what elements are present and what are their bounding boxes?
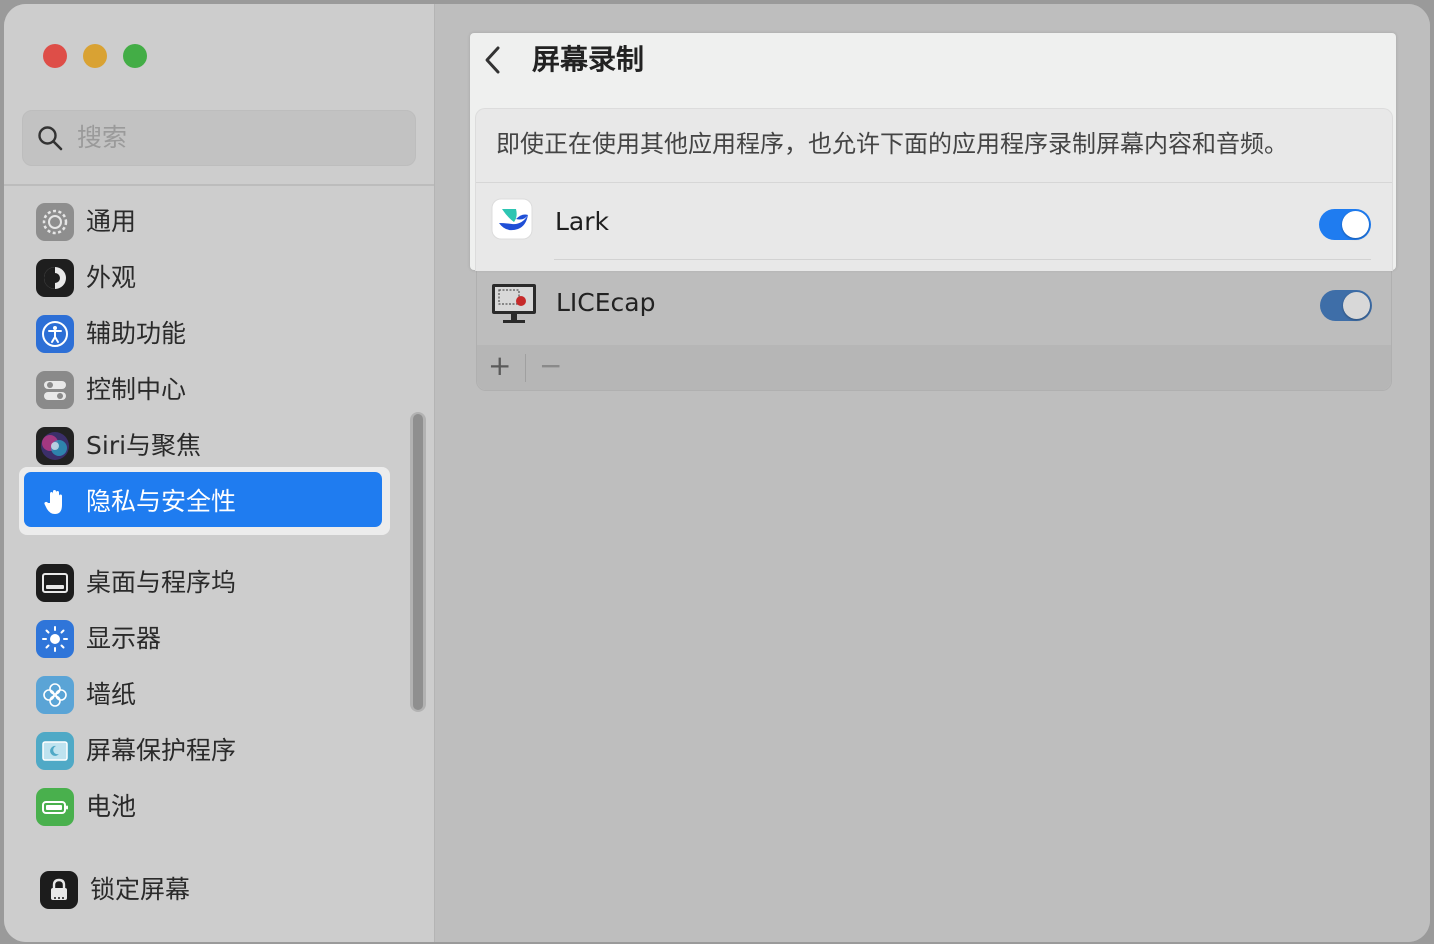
settings-window: 搜索 通用 外观 辅助功能 控制中心 Siri与聚焦 隐私与安全性 桌面与程序坞…: [4, 4, 1430, 942]
close-button[interactable]: [43, 44, 67, 68]
spotlight-panel: 屏幕录制 即使正在使用其他应用程序，也允许下面的应用程序录制屏幕内容和音频。 L…: [470, 33, 1396, 271]
lock-icon: [40, 871, 78, 909]
app-row-licecap: LICEcap: [477, 264, 1391, 344]
sidebar-item-label: 通用: [86, 207, 137, 236]
sidebar-item-label: 桌面与程序坞: [86, 568, 237, 597]
list-footer: + −: [477, 345, 1391, 390]
lark-icon: [491, 198, 533, 240]
sidebar: 搜索 通用 外观 辅助功能 控制中心 Siri与聚焦 隐私与安全性 桌面与程序坞…: [4, 4, 435, 942]
app-list-card-highlighted: 即使正在使用其他应用程序，也允许下面的应用程序录制屏幕内容和音频。 Lark: [475, 108, 1393, 271]
licecap-icon: [492, 284, 536, 323]
accessibility-icon: [36, 315, 74, 353]
appearance-icon: [36, 259, 74, 297]
flower-icon: [36, 676, 74, 714]
search-icon: [38, 126, 63, 151]
sidebar-item-control-center[interactable]: 控制中心: [34, 368, 394, 414]
sidebar-item-label: 墙纸: [86, 680, 137, 709]
sidebar-item-appearance[interactable]: 外观: [34, 256, 394, 302]
sidebar-item-desktop-dock[interactable]: 桌面与程序坞: [34, 561, 394, 607]
sidebar-item-lock-screen[interactable]: 锁定屏幕: [34, 868, 394, 914]
search-field[interactable]: 搜索: [22, 110, 416, 166]
sidebar-item-screen-saver[interactable]: 屏幕保护程序: [34, 729, 394, 775]
sidebar-item-wallpaper[interactable]: 墙纸: [34, 673, 394, 719]
screen-saver-icon: [36, 732, 74, 770]
sidebar-item-label: 屏幕保护程序: [86, 736, 237, 765]
sidebar-item-label: 显示器: [86, 624, 162, 653]
description-text: 即使正在使用其他应用程序，也允许下面的应用程序录制屏幕内容和音频。: [496, 130, 1288, 158]
sidebar-item-siri-spotlight[interactable]: Siri与聚焦: [34, 424, 394, 470]
hand-icon: [36, 483, 74, 521]
sidebar-item-displays[interactable]: 显示器: [34, 617, 394, 663]
sidebar-item-accessibility[interactable]: 辅助功能: [34, 312, 394, 358]
back-chevron-icon[interactable]: [480, 43, 506, 77]
lark-toggle[interactable]: [1319, 209, 1371, 240]
dock-icon: [36, 564, 74, 602]
sidebar-item-label: Siri与聚焦: [86, 431, 202, 460]
sidebar-item-battery[interactable]: 电池: [34, 785, 394, 831]
scrollbar-thumb[interactable]: [413, 414, 423, 710]
search-placeholder: 搜索: [77, 123, 128, 152]
footer-separator: [525, 354, 526, 382]
app-name: LICEcap: [556, 288, 656, 317]
sidebar-divider: [4, 184, 434, 186]
siri-icon: [36, 427, 74, 465]
sidebar-item-general[interactable]: 通用: [34, 200, 394, 246]
sidebar-item-label: 电池: [86, 792, 137, 821]
app-name: Lark: [555, 207, 610, 236]
control-center-icon: [36, 371, 74, 409]
licecap-toggle[interactable]: [1320, 290, 1372, 321]
toggle-knob: [1342, 211, 1369, 238]
toggle-knob: [1343, 292, 1370, 319]
app-row-lark: Lark: [476, 183, 1390, 263]
sidebar-item-label: 辅助功能: [86, 319, 187, 348]
sidebar-item-privacy-security[interactable]: 隐私与安全性: [34, 480, 394, 526]
remove-button[interactable]: −: [539, 349, 562, 383]
page-title: 屏幕录制: [532, 43, 645, 76]
sidebar-item-label: 隐私与安全性: [86, 487, 237, 516]
sidebar-item-label: 控制中心: [86, 375, 187, 404]
minimize-button[interactable]: [83, 44, 107, 68]
gear-icon: [36, 203, 74, 241]
sidebar-item-label: 锁定屏幕: [90, 875, 191, 904]
zoom-button[interactable]: [123, 44, 147, 68]
row-divider: [554, 259, 1371, 260]
add-button[interactable]: +: [488, 349, 511, 383]
brightness-icon: [36, 620, 74, 658]
battery-icon: [36, 788, 74, 826]
sidebar-scrollbar[interactable]: [410, 412, 426, 712]
sidebar-item-label: 外观: [86, 263, 137, 292]
